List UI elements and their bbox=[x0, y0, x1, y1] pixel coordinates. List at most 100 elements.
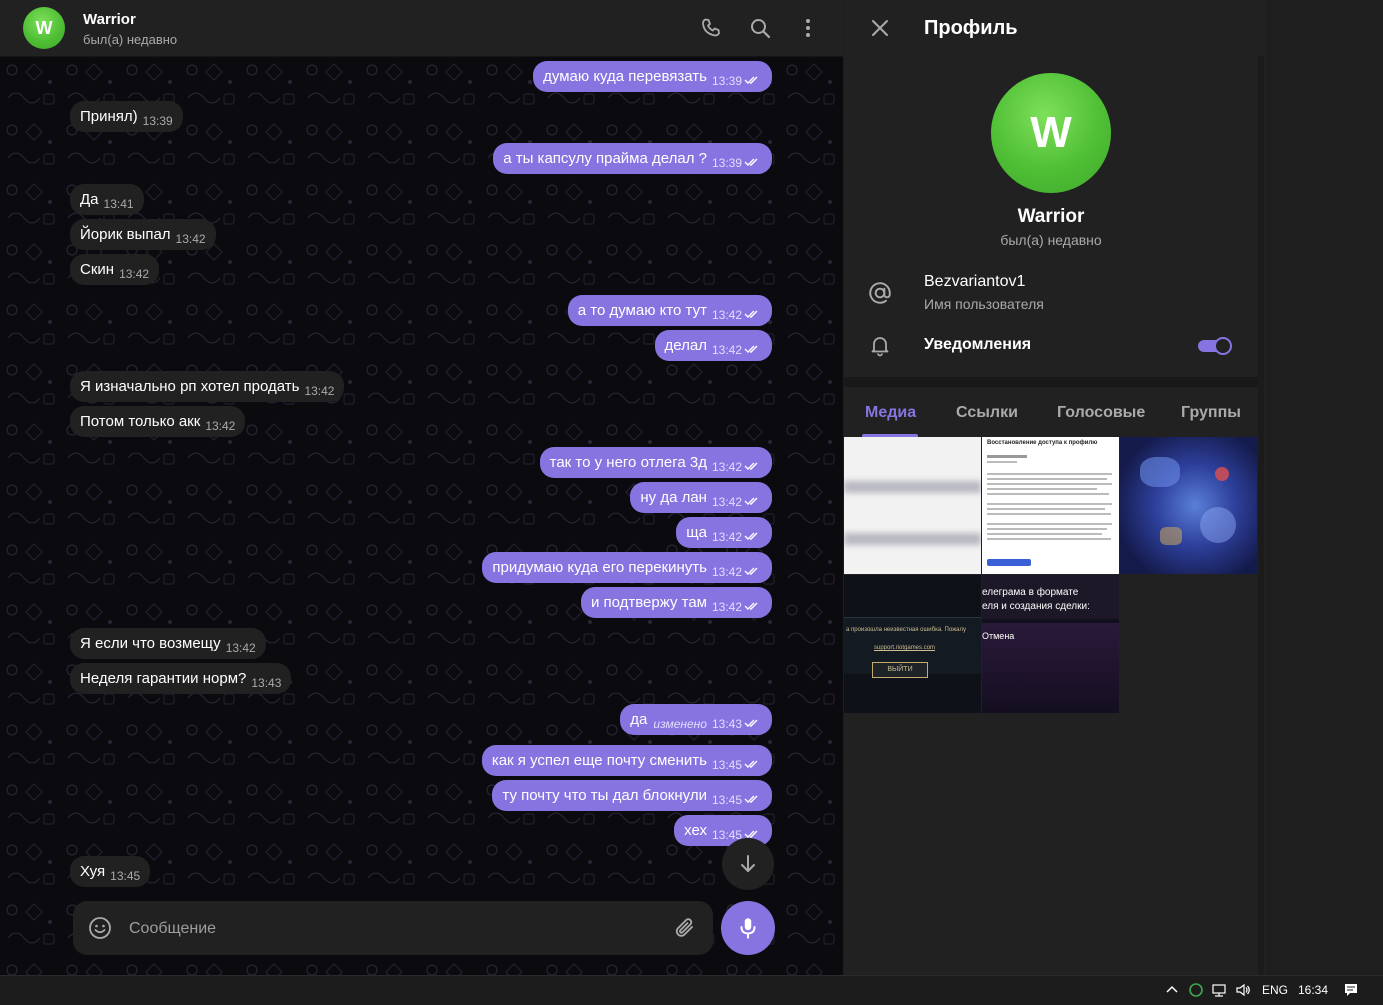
profile-scrollbar[interactable] bbox=[1258, 56, 1264, 975]
message-text: как я успел еще почту сменить bbox=[491, 752, 707, 769]
read-ticks-icon bbox=[744, 462, 758, 470]
message-text: а то думаю кто тут bbox=[577, 302, 707, 319]
network-icon[interactable] bbox=[1211, 982, 1227, 998]
close-icon[interactable] bbox=[868, 16, 892, 40]
smile-icon[interactable] bbox=[88, 916, 112, 940]
tab-media[interactable]: Медиа bbox=[865, 404, 916, 422]
outgoing-message[interactable]: как я успел еще почту сменить 13:45 bbox=[481, 745, 772, 776]
bell-icon bbox=[871, 337, 889, 357]
chat-pane: W Warrior был(а) недавно думаю куда пере… bbox=[0, 0, 843, 975]
thumbnail-button: выйти bbox=[872, 662, 928, 678]
profile-panel: Профиль W Warrior был(а) недавно Bezvari… bbox=[844, 0, 1265, 975]
outgoing-message[interactable]: а ты капсулу прайма делал ? 13:39 bbox=[493, 143, 772, 174]
incoming-message[interactable]: Йорик выпал 13:42 bbox=[70, 219, 216, 250]
notifications-label: Уведомления bbox=[924, 336, 1032, 353]
shield-icon[interactable] bbox=[1188, 982, 1204, 998]
message-text: ну да лан bbox=[640, 489, 707, 506]
incoming-message[interactable]: Да 13:41 bbox=[70, 184, 144, 215]
message-text: придумаю куда его перекинуть bbox=[492, 559, 707, 576]
incoming-message[interactable]: Потом только акк 13:42 bbox=[70, 406, 246, 437]
contact-name[interactable]: Warrior bbox=[83, 11, 136, 28]
media-thumbnail[interactable] bbox=[1120, 437, 1257, 574]
outgoing-message[interactable]: да изменено 13:43 bbox=[620, 704, 772, 735]
message-text: Принял) bbox=[80, 108, 138, 125]
message-composer bbox=[73, 901, 713, 955]
message-time: 13:42 bbox=[205, 419, 236, 433]
read-ticks-icon bbox=[744, 760, 758, 768]
outgoing-message[interactable]: ту почту что ты дал блокнули 13:45 bbox=[492, 780, 772, 811]
tab-groups[interactable]: Группы bbox=[1181, 404, 1241, 422]
message-text: Я если что возмещу bbox=[80, 635, 221, 652]
message-time: 13:42 bbox=[711, 600, 742, 614]
input-language[interactable]: ENG bbox=[1262, 983, 1288, 997]
phone-icon[interactable] bbox=[699, 16, 723, 40]
empty-area bbox=[1265, 0, 1383, 975]
media-thumbnail[interactable]: Восстановление доступа к профилю bbox=[982, 437, 1119, 574]
chat-header[interactable]: W Warrior был(а) недавно bbox=[0, 0, 843, 57]
profile-avatar[interactable]: W bbox=[991, 73, 1111, 193]
outgoing-message[interactable]: а то думаю кто тут 13:42 bbox=[567, 295, 772, 326]
message-text: ща bbox=[686, 524, 707, 541]
message-time: 13:43 bbox=[251, 676, 282, 690]
incoming-message[interactable]: Я изначально рп хотел продать 13:42 bbox=[70, 371, 345, 402]
toggle-knob bbox=[1214, 337, 1232, 355]
incoming-message[interactable]: Неделя гарантии норм? 13:43 bbox=[70, 663, 292, 694]
shared-media-tabs: Медиа Ссылки Голосовые Группы bbox=[844, 387, 1258, 437]
outgoing-message[interactable]: ну да лан 13:42 bbox=[630, 482, 772, 513]
profile-status: был(а) недавно bbox=[1000, 232, 1102, 248]
media-thumbnail[interactable]: а произошла неизвестная ошибка. Пожалу s… bbox=[844, 575, 981, 713]
outgoing-message[interactable]: и подтвержу там 13:42 bbox=[580, 587, 772, 618]
volume-icon[interactable] bbox=[1235, 982, 1251, 998]
notifications-toggle[interactable] bbox=[1198, 336, 1232, 356]
message-text: Йорик выпал bbox=[80, 226, 171, 243]
microphone-icon bbox=[740, 918, 756, 939]
message-text: да bbox=[630, 711, 648, 728]
message-text: Да bbox=[80, 191, 99, 208]
message-input[interactable] bbox=[127, 913, 661, 945]
read-ticks-icon bbox=[744, 602, 758, 610]
message-time: 13:42 bbox=[711, 343, 742, 357]
incoming-message[interactable]: Хуя 13:45 bbox=[70, 856, 151, 887]
more-vertical-icon[interactable] bbox=[796, 16, 820, 40]
outgoing-message[interactable]: придумаю куда его перекинуть 13:42 bbox=[482, 552, 772, 583]
scroll-down-button[interactable] bbox=[722, 838, 774, 890]
message-time: 13:39 bbox=[711, 74, 742, 88]
incoming-message[interactable]: Принял) 13:39 bbox=[70, 101, 183, 132]
username-label: Имя пользователя bbox=[924, 296, 1044, 312]
username-value[interactable]: Bezvariantov1 bbox=[924, 273, 1025, 291]
voice-record-button[interactable] bbox=[721, 901, 775, 955]
edited-label: изменено bbox=[653, 717, 707, 731]
message-text: хех bbox=[684, 822, 707, 839]
thumbnail-text-line: елеграма в формате bbox=[982, 587, 1079, 598]
message-time: 13:45 bbox=[711, 793, 742, 807]
outgoing-message[interactable]: думаю куда перевязать 13:39 bbox=[533, 61, 772, 92]
contact-avatar[interactable]: W bbox=[23, 7, 65, 49]
media-thumbnail[interactable] bbox=[844, 437, 981, 574]
clock[interactable]: 16:34 bbox=[1298, 983, 1328, 997]
at-sign-icon bbox=[869, 282, 891, 304]
outgoing-message[interactable]: делал 13:42 bbox=[654, 330, 772, 361]
read-ticks-icon bbox=[744, 76, 758, 84]
outgoing-message[interactable]: так то у него отлега 3д 13:42 bbox=[539, 447, 772, 478]
incoming-message[interactable]: Я если что возмещу 13:42 bbox=[70, 628, 266, 659]
incoming-message[interactable]: Скин 13:42 bbox=[70, 254, 160, 285]
message-time: 13:39 bbox=[142, 114, 173, 128]
chevron-up-icon[interactable] bbox=[1164, 982, 1180, 998]
message-time: 13:42 bbox=[711, 308, 742, 322]
message-text: а ты капсулу прайма делал ? bbox=[503, 150, 707, 167]
media-thumbnail[interactable]: елеграма в формате еля и создания сделки… bbox=[982, 575, 1119, 713]
read-ticks-icon bbox=[744, 345, 758, 353]
thumbnail-text-line: еля и создания сделки: bbox=[982, 601, 1090, 612]
paperclip-icon[interactable] bbox=[673, 916, 697, 940]
notification-center-icon[interactable] bbox=[1343, 982, 1359, 998]
search-icon[interactable] bbox=[748, 16, 772, 40]
tab-voice[interactable]: Голосовые bbox=[1057, 404, 1145, 422]
tab-links[interactable]: Ссылки bbox=[956, 404, 1018, 422]
thumbnail-heading: Восстановление доступа к профилю bbox=[987, 440, 1098, 446]
message-text: Скин bbox=[80, 261, 115, 278]
message-list[interactable]: думаю куда перевязать 13:39 Принял) 13:39 а … bbox=[0, 56, 843, 975]
thumbnail-text: Отмена bbox=[982, 631, 1015, 641]
media-grid: Восстановление доступа к профилю а произ… bbox=[844, 437, 1258, 715]
message-time: 13:43 bbox=[711, 717, 742, 731]
outgoing-message[interactable]: ща 13:42 bbox=[676, 517, 772, 548]
